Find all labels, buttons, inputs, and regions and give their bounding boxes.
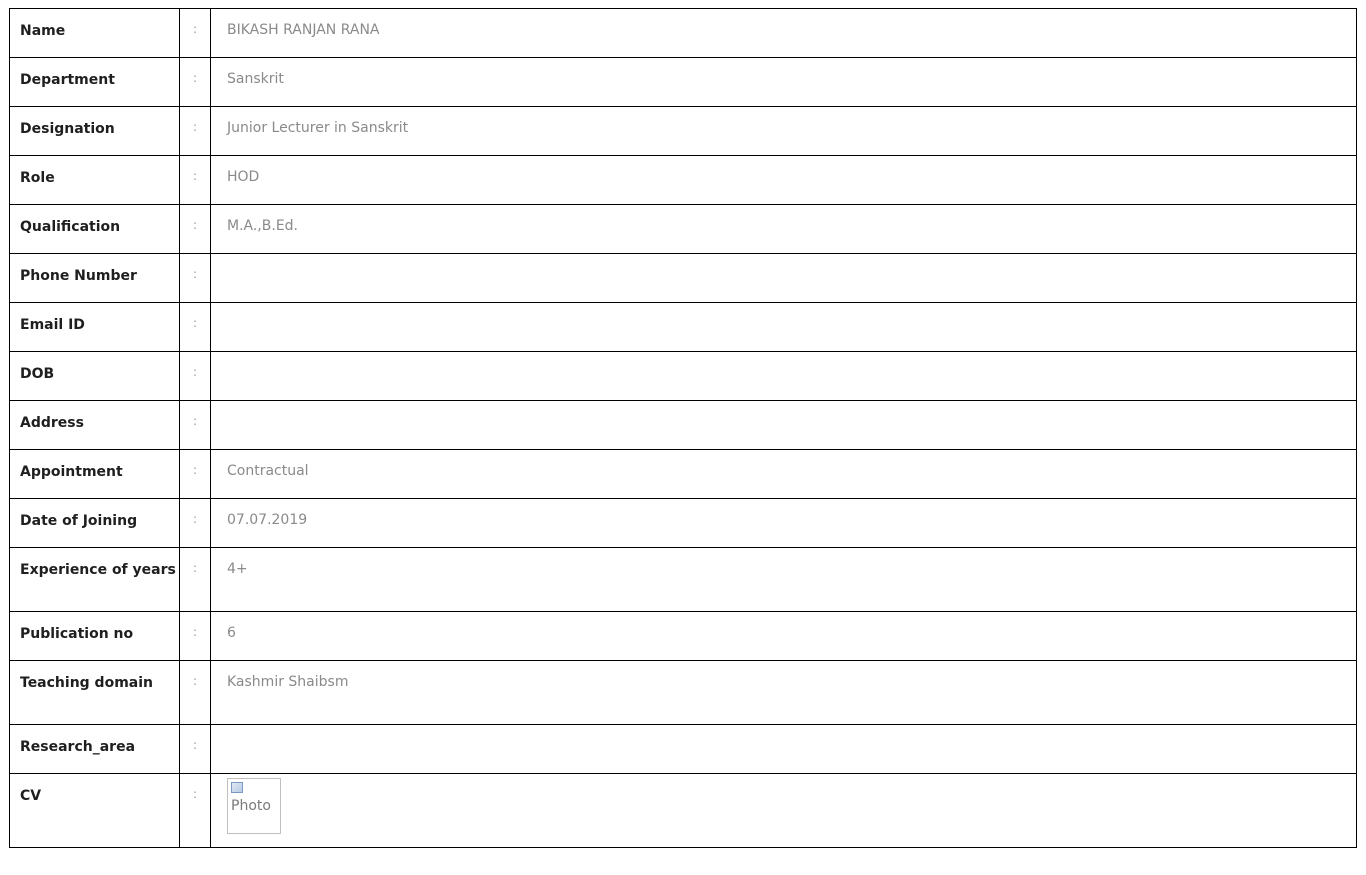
row-value-date-of-joining: 07.07.2019 <box>210 498 1357 548</box>
row-value-department: Sanskrit <box>210 57 1357 107</box>
row-value-appointment: Contractual <box>210 449 1357 499</box>
row-label: Date of Joining <box>9 498 180 548</box>
row-label: Role <box>9 155 180 205</box>
row-label: DOB <box>9 351 180 401</box>
profile-table: Name : BIKASH RANJAN RANA Department : S… <box>9 8 1357 848</box>
row-label: Email ID <box>9 302 180 352</box>
row-value-dob <box>210 351 1357 401</box>
row-label: Experience of years <box>9 547 180 612</box>
table-row: Email ID : <box>9 302 1357 352</box>
broken-image-icon <box>231 782 243 793</box>
row-separator: : <box>179 204 211 254</box>
table-row: Name : BIKASH RANJAN RANA <box>9 8 1357 58</box>
row-value-research-area <box>210 724 1357 774</box>
table-row: Date of Joining : 07.07.2019 <box>9 498 1357 548</box>
row-value-role: HOD <box>210 155 1357 205</box>
row-value-teaching-domain: Kashmir Shaibsm <box>210 660 1357 725</box>
row-separator: : <box>179 611 211 661</box>
row-label: Teaching domain <box>9 660 180 725</box>
row-label: Department <box>9 57 180 107</box>
table-row: Phone Number : <box>9 253 1357 303</box>
row-separator: : <box>179 724 211 774</box>
row-separator: : <box>179 302 211 352</box>
row-separator: : <box>179 106 211 156</box>
row-label: Designation <box>9 106 180 156</box>
table-row: Address : <box>9 400 1357 450</box>
row-label: Phone Number <box>9 253 180 303</box>
row-separator: : <box>179 498 211 548</box>
row-label: Appointment <box>9 449 180 499</box>
table-row: Experience of years : 4+ <box>9 547 1357 612</box>
table-row: Publication no : 6 <box>9 611 1357 661</box>
row-value-experience: 4+ <box>210 547 1357 612</box>
table-row: Teaching domain : Kashmir Shaibsm <box>9 660 1357 725</box>
row-label: Publication no <box>9 611 180 661</box>
row-value-phone <box>210 253 1357 303</box>
cv-photo[interactable]: Photo <box>227 778 281 834</box>
row-label: Research_area <box>9 724 180 774</box>
row-separator: : <box>179 155 211 205</box>
row-value-qualification: M.A.,B.Ed. <box>210 204 1357 254</box>
row-separator: : <box>179 660 211 725</box>
row-value-cv: Photo <box>210 773 1357 848</box>
row-separator: : <box>179 351 211 401</box>
row-label: Name <box>9 8 180 58</box>
row-value-email <box>210 302 1357 352</box>
row-label: Qualification <box>9 204 180 254</box>
table-row: Department : Sanskrit <box>9 57 1357 107</box>
table-row: Role : HOD <box>9 155 1357 205</box>
row-value-publication: 6 <box>210 611 1357 661</box>
row-value-name: BIKASH RANJAN RANA <box>210 8 1357 58</box>
table-row: Qualification : M.A.,B.Ed. <box>9 204 1357 254</box>
row-label: Address <box>9 400 180 450</box>
cv-photo-alt-text: Photo <box>231 798 271 814</box>
row-separator: : <box>179 547 211 612</box>
row-value-address <box>210 400 1357 450</box>
row-separator: : <box>179 449 211 499</box>
table-row: CV : Photo <box>9 773 1357 848</box>
row-value-designation: Junior Lecturer in Sanskrit <box>210 106 1357 156</box>
table-row: Appointment : Contractual <box>9 449 1357 499</box>
row-separator: : <box>179 253 211 303</box>
row-separator: : <box>179 8 211 58</box>
row-separator: : <box>179 773 211 848</box>
row-label: CV <box>9 773 180 848</box>
table-row: DOB : <box>9 351 1357 401</box>
row-separator: : <box>179 57 211 107</box>
row-separator: : <box>179 400 211 450</box>
table-row: Research_area : <box>9 724 1357 774</box>
table-row: Designation : Junior Lecturer in Sanskri… <box>9 106 1357 156</box>
